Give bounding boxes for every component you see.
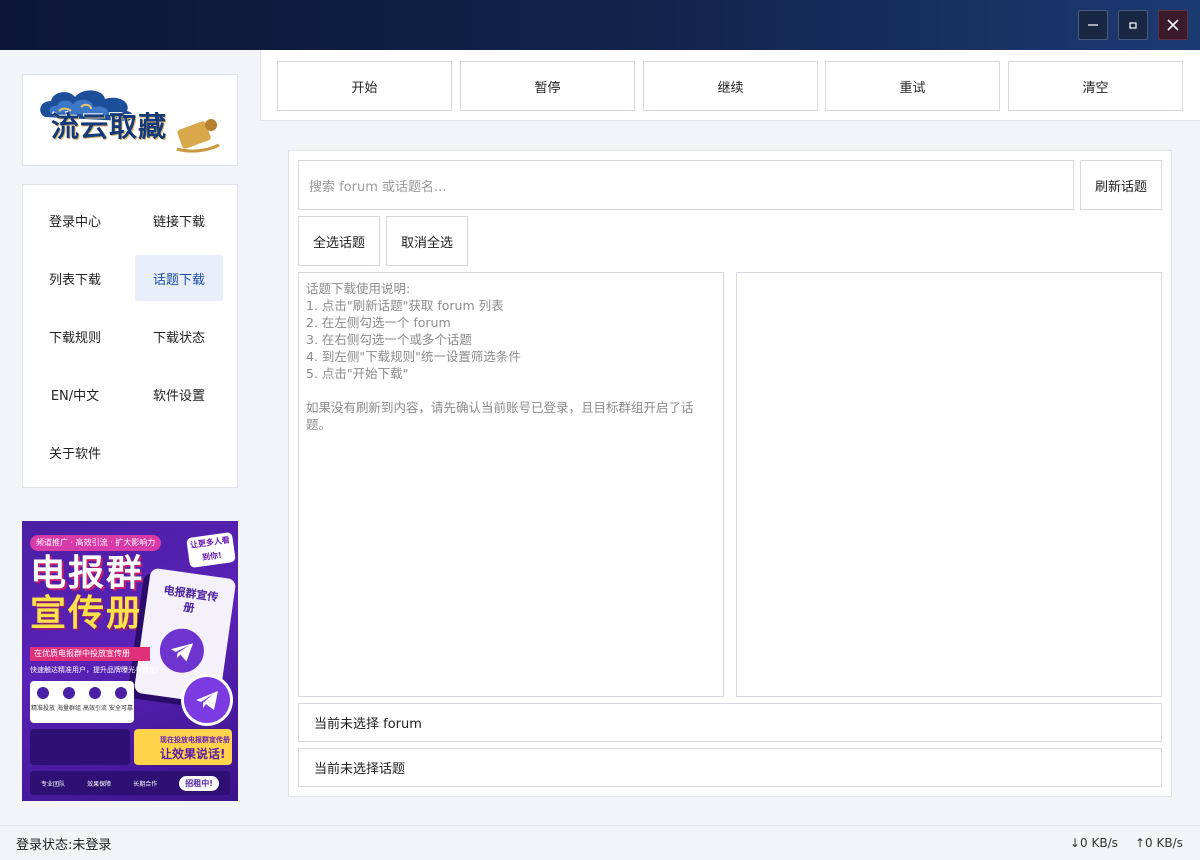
ad-badge: 让更多人看到你! [186, 531, 236, 569]
sidebar-item-about[interactable]: 关于软件 [31, 429, 119, 475]
scroll-logo-icon [176, 119, 220, 153]
title-bar [0, 0, 1200, 50]
minimize-icon [1088, 24, 1098, 26]
sidebar-item-list-download[interactable]: 列表下载 [31, 255, 119, 301]
sidebar-item-topic-download[interactable]: 话题下载 [135, 255, 223, 301]
download-speed: ↓0 KB/s [1070, 836, 1118, 850]
target-icon [37, 687, 49, 699]
logo-card: 流云取藏 [22, 74, 238, 166]
ad-title-line1: 电报群 [30, 553, 145, 594]
nav-menu: 登录中心 链接下载 列表下载 话题下载 下载规则 下载状态 EN/中文 软件设置… [22, 184, 238, 488]
maximize-icon [1129, 22, 1137, 29]
ad-bottom-bar: 专业团队 效果保障 长期合作 招租中! [30, 771, 230, 795]
sidebar-item-download-status[interactable]: 下载状态 [135, 313, 223, 359]
ad-feature: 精准投放 [30, 681, 56, 723]
topic-selection-status: 当前未选择话题 [298, 748, 1162, 787]
sidebar-item-login-center[interactable]: 登录中心 [31, 197, 119, 243]
ad-feature: 安全可靠 [108, 681, 134, 723]
sidebar: 流云取藏 登录中心 链接下载 列表下载 话题下载 下载规则 下载状态 EN/中文… [0, 50, 260, 825]
refresh-topics-button[interactable]: 刷新话题 [1080, 160, 1162, 210]
ad-red-strip: 在优质电报群中投放宣传册 [30, 647, 150, 661]
pause-button[interactable]: 暂停 [460, 61, 635, 111]
select-all-topics-button[interactable]: 全选话题 [298, 216, 380, 266]
forum-list[interactable]: 话题下载使用说明: 1. 点击"刷新话题"获取 forum 列表 2. 在左侧勾… [298, 272, 724, 697]
toolbar: 开始 暂停 继续 重试 清空 [260, 50, 1200, 121]
close-icon [1167, 19, 1179, 31]
topic-download-panel: 搜索 forum 或话题名... 刷新话题 全选话题 取消全选 话题下载使用说明… [288, 150, 1172, 797]
telegram-icon [157, 625, 207, 676]
sidebar-item-link-download[interactable]: 链接下载 [135, 197, 223, 243]
sidebar-item-settings[interactable]: 软件设置 [135, 371, 223, 417]
ad-gold-callout: 现在投放电报群宣传册 让效果说话! [134, 729, 232, 765]
login-status: 登录状态:未登录 [16, 837, 112, 853]
status-bar: 登录状态:未登录 ↓0 KB/s ↑0 KB/s [0, 825, 1200, 860]
minimize-button[interactable] [1078, 10, 1108, 40]
sidebar-item-language[interactable]: EN/中文 [31, 371, 119, 417]
maximize-button[interactable] [1118, 10, 1148, 40]
users-icon [63, 687, 75, 699]
ad-book-title: 电报群宣传册 [162, 583, 220, 615]
forum-selection-status: 当前未选择 forum [298, 703, 1162, 742]
ad-pill: 频道推广 · 高效引流 · 扩大影响力 [30, 535, 162, 551]
sidebar-item-download-rules[interactable]: 下载规则 [31, 313, 119, 359]
ad-cta: 招租中! [179, 775, 219, 791]
logo-text: 流云取藏 [51, 110, 168, 143]
retry-button[interactable]: 重试 [825, 61, 1000, 111]
usage-instructions: 话题下载使用说明: 1. 点击"刷新话题"获取 forum 列表 2. 在左侧勾… [306, 281, 694, 432]
ad-info-strip [30, 729, 130, 765]
clear-button[interactable]: 清空 [1008, 61, 1183, 111]
telegram-icon [184, 677, 230, 723]
ad-title-line2: 宣传册 [30, 593, 145, 634]
ad-feature: 高效引流 [82, 681, 108, 723]
advertisement-banner[interactable]: 频道推广 · 高效引流 · 扩大影响力 让更多人看到你! 电报群 宣传册 电报群… [22, 521, 238, 801]
ad-subtitle: 快速触达精准用户，提升品牌曝光与转化! [30, 666, 159, 674]
topic-list[interactable] [736, 272, 1162, 697]
search-input[interactable]: 搜索 forum 或话题名... [298, 160, 1074, 210]
deselect-all-button[interactable]: 取消全选 [386, 216, 468, 266]
close-button[interactable] [1158, 10, 1188, 40]
chart-icon [89, 687, 101, 699]
start-button[interactable]: 开始 [277, 61, 452, 111]
ad-feature-icons: 精准投放 海量群组 高效引流 安全可靠 [30, 681, 134, 723]
shield-icon [115, 687, 127, 699]
resume-button[interactable]: 继续 [643, 61, 818, 111]
ad-feature: 海量群组 [56, 681, 82, 723]
upload-speed: ↑0 KB/s [1135, 836, 1183, 850]
